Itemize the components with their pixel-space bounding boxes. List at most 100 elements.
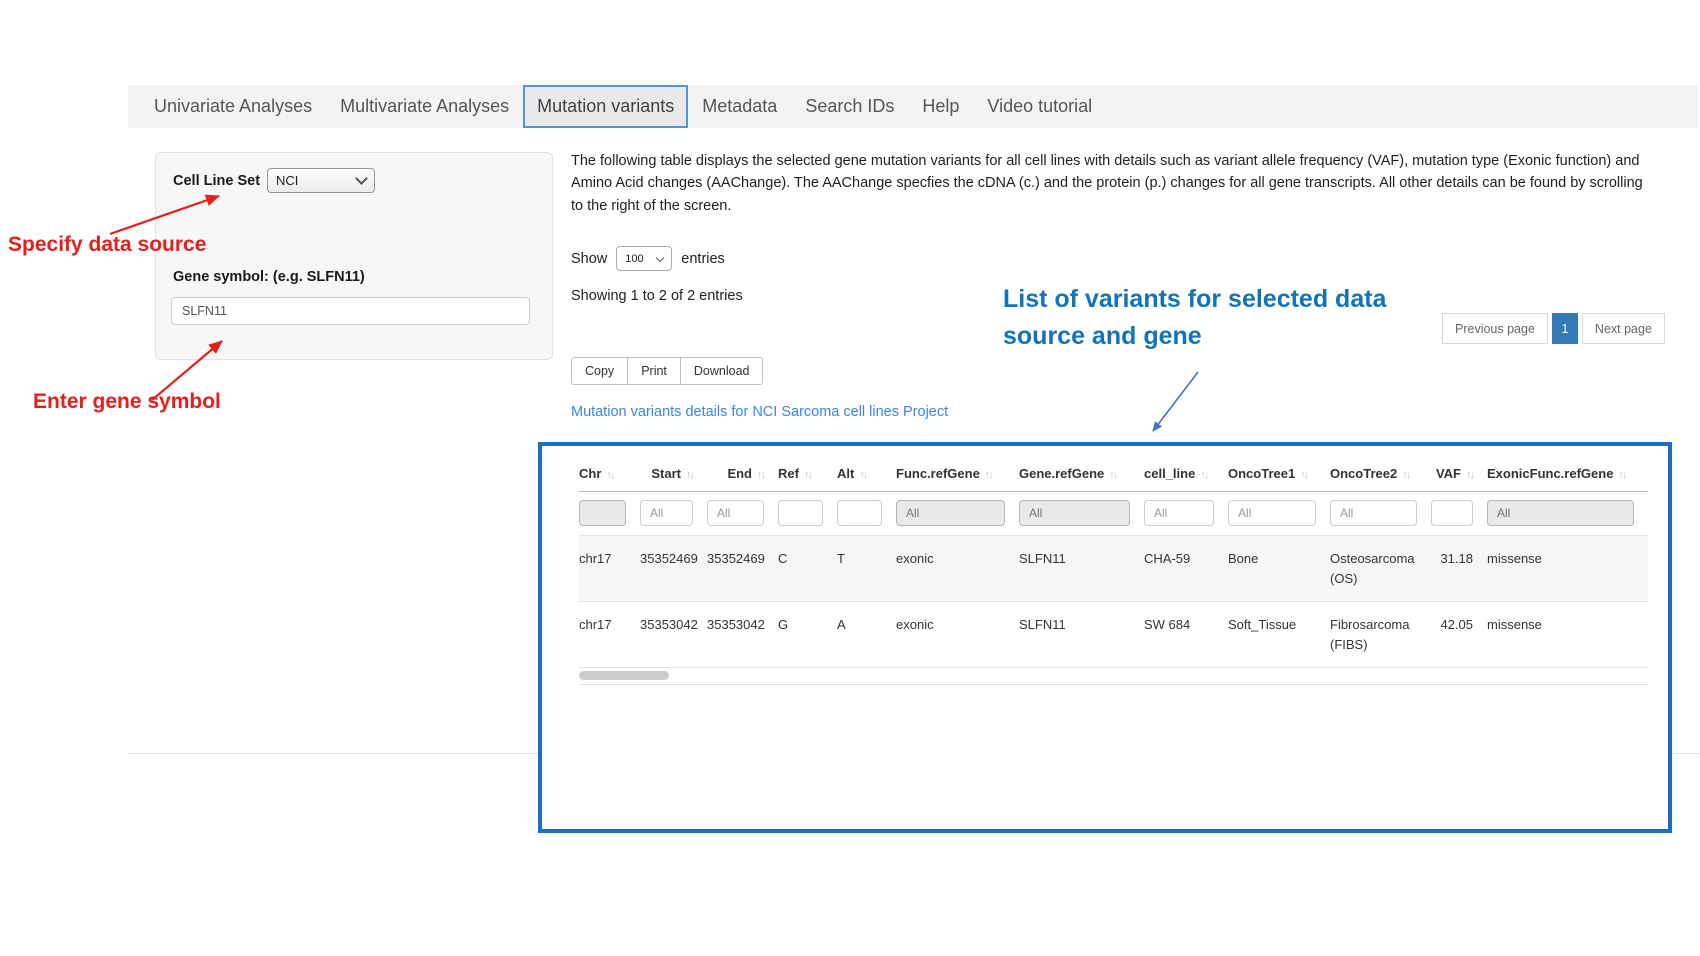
table-cell: exonic bbox=[896, 602, 1019, 668]
col-header-oncotree1[interactable]: OncoTree1↑↓ bbox=[1228, 458, 1330, 492]
show-label: Show bbox=[571, 251, 607, 267]
description-text: The following table displays the selecte… bbox=[571, 150, 1651, 217]
table-cell: G bbox=[778, 602, 837, 668]
variants-table: Chr↑↓Start↑↓End↑↓Ref↑↓Alt↑↓Func.refGene↑… bbox=[579, 458, 1648, 668]
navbar: Univariate AnalysesMultivariate Analyses… bbox=[128, 85, 1698, 128]
sort-icon: ↑↓ bbox=[1618, 469, 1625, 481]
table-cell: SLFN11 bbox=[1019, 602, 1144, 668]
pagination: Previous page 1 Next page bbox=[1442, 313, 1665, 344]
filter-oncotree1[interactable]: All bbox=[1228, 500, 1316, 526]
scrollbar-thumb[interactable] bbox=[579, 671, 669, 680]
variants-annotation: List of variants for selected data sourc… bbox=[1003, 281, 1386, 355]
table-cell: 35353042 bbox=[707, 602, 778, 668]
filter-chr[interactable] bbox=[579, 500, 626, 526]
filter-end[interactable]: All bbox=[707, 500, 764, 526]
col-header-label: Ref bbox=[778, 466, 799, 481]
export-button-group: CopyPrintDownload bbox=[571, 357, 763, 385]
filter-cell: All bbox=[1487, 492, 1648, 536]
col-header-label: OncoTree1 bbox=[1228, 466, 1295, 481]
col-header-end[interactable]: End↑↓ bbox=[707, 458, 778, 492]
col-header-cell-line[interactable]: cell_line ↑↓ bbox=[1144, 458, 1228, 492]
col-header-ref[interactable]: Ref ↑↓ bbox=[778, 458, 837, 492]
next-page-button[interactable]: Next page bbox=[1582, 313, 1665, 344]
sort-icon: ↑↓ bbox=[804, 469, 811, 481]
sort-icon: ↑↓ bbox=[1402, 469, 1409, 481]
cell-line-set-select[interactable]: NCI bbox=[267, 168, 375, 193]
show-entries-row: Show 100 entries bbox=[571, 246, 725, 271]
gene-symbol-label: Gene symbol: (e.g. SLFN11) bbox=[173, 269, 365, 285]
filter-cell: All bbox=[1228, 492, 1330, 536]
nav-tabs: Univariate AnalysesMultivariate Analyses… bbox=[140, 85, 1106, 128]
filter-gene-refgene[interactable]: All bbox=[1019, 500, 1130, 526]
app-canvas: Univariate AnalysesMultivariate Analyses… bbox=[0, 0, 1700, 956]
variants-table-container: Chr↑↓Start↑↓End↑↓Ref↑↓Alt↑↓Func.refGene↑… bbox=[538, 442, 1672, 833]
table-cell: missense bbox=[1487, 602, 1648, 668]
col-header-alt[interactable]: Alt ↑↓ bbox=[837, 458, 896, 492]
sidebar-panel: Cell Line Set NCI Gene symbol: (e.g. SLF… bbox=[155, 152, 553, 360]
tab-multivariate-analyses[interactable]: Multivariate Analyses bbox=[326, 85, 523, 128]
copy-button[interactable]: Copy bbox=[571, 357, 628, 385]
col-header-gene-refgene[interactable]: Gene.refGene↑↓ bbox=[1019, 458, 1144, 492]
entries-label: entries bbox=[681, 251, 725, 267]
variants-annotation-line1: List of variants for selected data bbox=[1003, 281, 1386, 318]
table-row-2[interactable]: chr173535304235353042GAexonicSLFN11SW 68… bbox=[579, 602, 1648, 668]
col-header-func-refgene[interactable]: Func.refGene↑↓ bbox=[896, 458, 1019, 492]
gene-symbol-input[interactable] bbox=[171, 297, 530, 325]
table-cell: exonic bbox=[896, 536, 1019, 602]
table-cell: Soft_Tissue bbox=[1228, 602, 1330, 668]
sort-icon: ↑↓ bbox=[859, 469, 866, 481]
filter-start[interactable]: All bbox=[640, 500, 693, 526]
filter-vaf[interactable] bbox=[1431, 500, 1473, 526]
table-cell: missense bbox=[1487, 536, 1648, 602]
col-header-label: VAF bbox=[1436, 466, 1461, 481]
table-cell: 35353042 bbox=[640, 602, 707, 668]
col-header-label: cell_line bbox=[1144, 466, 1195, 481]
filter-cell: All bbox=[1019, 492, 1144, 536]
table-cell: CHA-59 bbox=[1144, 536, 1228, 602]
filter-func-refgene[interactable]: All bbox=[896, 500, 1005, 526]
filter-exonicfunc-refgene[interactable]: All bbox=[1487, 500, 1634, 526]
tab-univariate-analyses[interactable]: Univariate Analyses bbox=[140, 85, 326, 128]
table-cell: Osteosarcoma (OS) bbox=[1330, 536, 1431, 602]
tab-search-ids[interactable]: Search IDs bbox=[791, 85, 908, 128]
specify-data-source-note: Specify data source bbox=[8, 233, 206, 257]
table-title-link[interactable]: Mutation variants details for NCI Sarcom… bbox=[571, 404, 948, 420]
col-header-chr[interactable]: Chr↑↓ bbox=[579, 458, 640, 492]
previous-page-button[interactable]: Previous page bbox=[1442, 313, 1548, 344]
table-cell: 42.05 bbox=[1431, 602, 1487, 668]
table-cell: T bbox=[837, 536, 896, 602]
table-cell: C bbox=[778, 536, 837, 602]
tab-mutation-variants[interactable]: Mutation variants bbox=[523, 85, 688, 128]
download-button[interactable]: Download bbox=[680, 357, 764, 385]
tab-metadata[interactable]: Metadata bbox=[688, 85, 791, 128]
page-1-button[interactable]: 1 bbox=[1552, 313, 1578, 344]
sort-icon: ↑↓ bbox=[1466, 469, 1473, 481]
table-cell: A bbox=[837, 602, 896, 668]
filter-cell bbox=[837, 492, 896, 536]
col-header-start[interactable]: Start↑↓ bbox=[640, 458, 707, 492]
filter-alt[interactable] bbox=[837, 500, 882, 526]
table-cell: Fibrosarcoma (FIBS) bbox=[1330, 602, 1431, 668]
tab-help[interactable]: Help bbox=[908, 85, 973, 128]
col-header-vaf[interactable]: VAF ↑↓ bbox=[1431, 458, 1487, 492]
col-header-oncotree2[interactable]: OncoTree2↑↓ bbox=[1330, 458, 1431, 492]
variants-annotation-line2: source and gene bbox=[1003, 318, 1386, 355]
filter-cell bbox=[778, 492, 837, 536]
filter-ref[interactable] bbox=[778, 500, 823, 526]
tab-video-tutorial[interactable]: Video tutorial bbox=[973, 85, 1106, 128]
col-header-label: Chr bbox=[579, 466, 601, 481]
print-button[interactable]: Print bbox=[627, 357, 681, 385]
table-cell: SW 684 bbox=[1144, 602, 1228, 668]
sort-icon: ↑↓ bbox=[1200, 469, 1207, 481]
table-cell: 31.18 bbox=[1431, 536, 1487, 602]
sort-icon: ↑↓ bbox=[985, 469, 992, 481]
show-entries-value: 100 bbox=[625, 253, 643, 265]
col-header-exonicfunc-refgene[interactable]: ExonicFunc.refGene↑↓ bbox=[1487, 458, 1648, 492]
filter-cell-line[interactable]: All bbox=[1144, 500, 1214, 526]
enter-gene-symbol-note: Enter gene symbol bbox=[33, 390, 221, 414]
show-entries-select[interactable]: 100 bbox=[616, 246, 672, 271]
table-row-1[interactable]: chr173535246935352469CTexonicSLFN11CHA-5… bbox=[579, 536, 1648, 602]
col-header-label: Alt bbox=[837, 466, 854, 481]
filter-oncotree2[interactable]: All bbox=[1330, 500, 1417, 526]
filter-cell bbox=[1431, 492, 1487, 536]
